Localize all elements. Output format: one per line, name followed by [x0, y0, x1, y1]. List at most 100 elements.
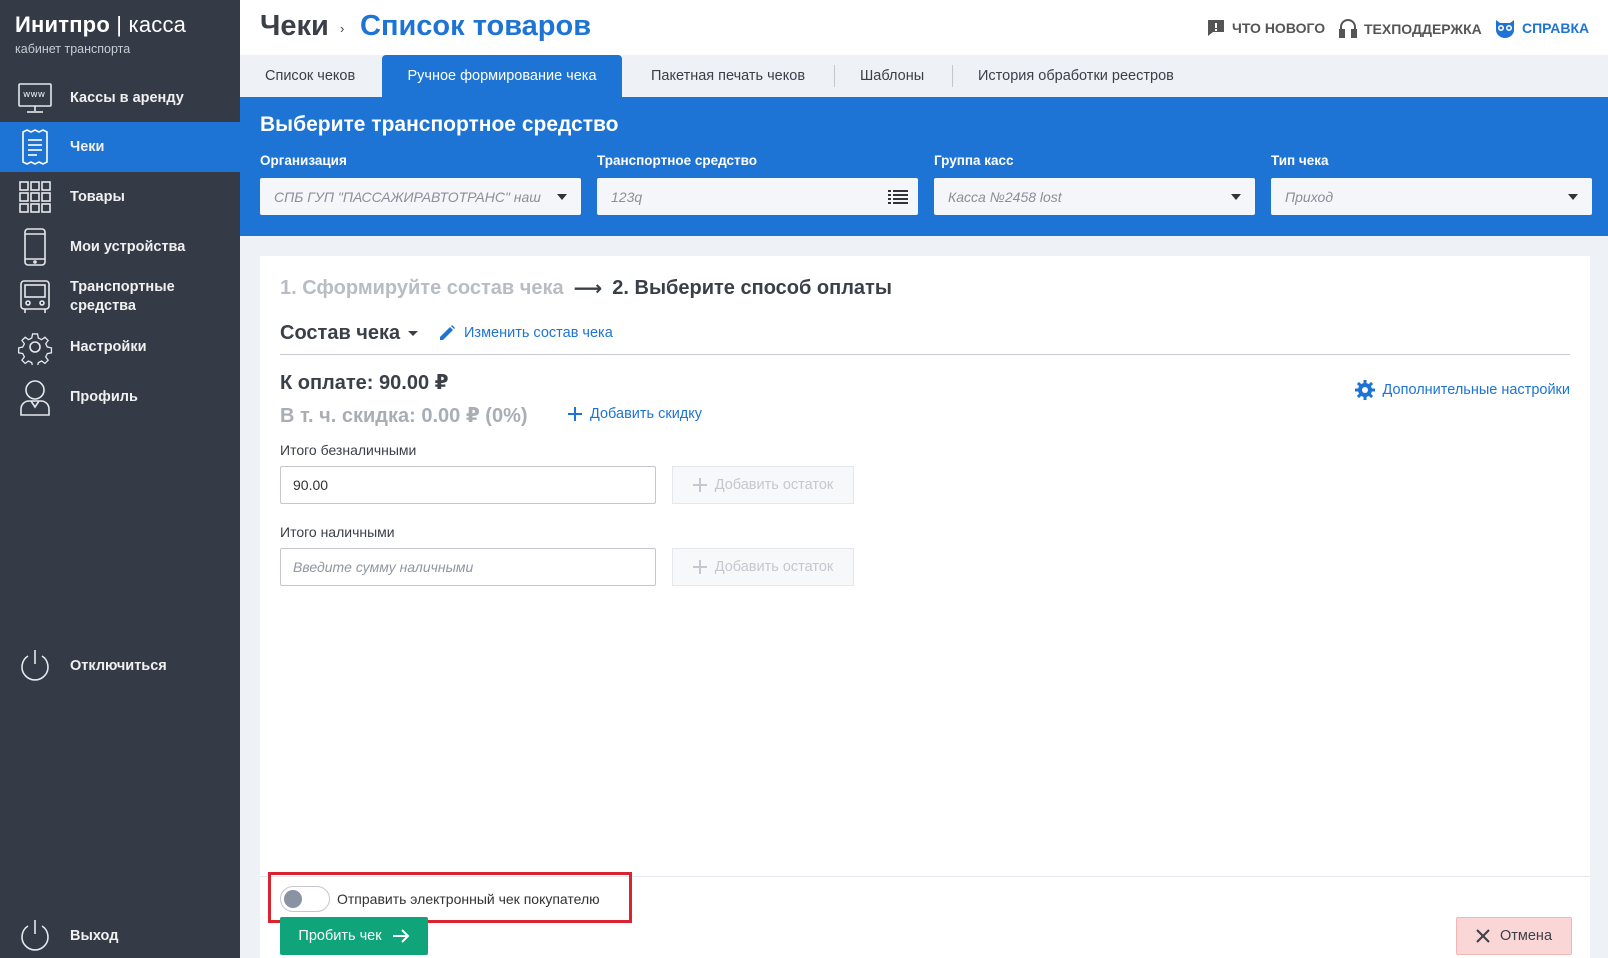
disconnect-label: Отключиться	[70, 657, 167, 674]
chat-alert-icon	[1208, 20, 1224, 36]
plus-icon	[692, 478, 707, 492]
disconnect-button[interactable]: Отключиться	[0, 641, 240, 691]
compose-dropdown[interactable]: Состав чека	[280, 322, 419, 345]
breadcrumb-root[interactable]: Чеки	[260, 10, 329, 43]
caret-down-icon	[1568, 194, 1578, 200]
tab-divider	[952, 65, 953, 87]
org-label: Организация	[260, 153, 347, 168]
sidebar-item-label: Транспортные средства	[70, 279, 175, 314]
www-monitor-icon: www	[16, 79, 54, 117]
steps: 1. Сформируйте состав чека ⟶ 2. Выберите…	[280, 276, 892, 301]
compose-label: Состав чека	[280, 322, 401, 344]
sidebar-item-vehicles[interactable]: Транспортные средства	[0, 272, 240, 322]
add-rest-cash-button[interactable]: Добавить остаток	[672, 548, 854, 586]
add-discount-label: Добавить скидку	[590, 406, 703, 422]
list-icon	[888, 190, 908, 204]
tab-receipt-list[interactable]: Список чеков	[265, 55, 355, 97]
receipt-type-value: Приход	[1285, 188, 1334, 205]
cancel-button[interactable]: Отмена	[1456, 917, 1572, 955]
submit-receipt-button[interactable]: Пробить чек	[280, 917, 428, 955]
send-receipt-label: Отправить электронный чек покупателю	[337, 891, 600, 907]
tab-manual-receipt[interactable]: Ручное формирование чека	[382, 55, 622, 97]
logo: Инитпро | касса кабинет транспорта	[15, 12, 186, 56]
sidebar-item-rent[interactable]: www Кассы в аренду	[0, 73, 240, 123]
power-icon	[16, 647, 54, 685]
sidebar-item-devices[interactable]: Мои устройства	[0, 222, 240, 272]
add-rest-label: Добавить остаток	[714, 559, 834, 575]
sidebar-item-label: Настройки	[70, 338, 147, 355]
tab-bar: Список чеков Ручное формирование чека Па…	[240, 55, 1608, 97]
cashless-input[interactable]	[280, 466, 656, 504]
app-title-separator: |	[116, 12, 123, 37]
extra-settings-link[interactable]: Дополнительные настройки	[1354, 380, 1570, 400]
cashless-label: Итого безналичными	[280, 442, 417, 458]
support-link[interactable]: ТЕХПОДДЕРЖКА	[1338, 18, 1482, 40]
sidebar-item-label: Профиль	[70, 388, 138, 405]
plus-icon	[692, 560, 707, 574]
logout-label: Выход	[70, 927, 119, 944]
cash-group-value: Касса №2458 lost	[948, 188, 1062, 205]
caret-down-icon	[557, 194, 567, 200]
app-title: Инитпро | касса	[15, 12, 186, 38]
extra-settings-label: Дополнительные настройки	[1382, 382, 1570, 398]
step-2: 2. Выберите способ оплаты	[612, 277, 892, 299]
submit-label: Пробить чек	[298, 928, 382, 944]
tab-templates[interactable]: Шаблоны	[860, 55, 924, 97]
header: Чеки › Список товаров ЧТО НОВОГО ТЕХПОДД…	[240, 0, 1608, 55]
phone-icon	[16, 228, 54, 266]
receipt-type-select[interactable]: Приход	[1271, 178, 1592, 215]
arrow-right-icon	[392, 929, 409, 943]
whats-new-label: ЧТО НОВОГО	[1232, 20, 1326, 36]
sidebar-item-label: Чеки	[70, 138, 105, 155]
breadcrumb-separator: ›	[340, 21, 345, 36]
edit-composition-link[interactable]: Изменить состав чека	[438, 324, 613, 342]
gear-icon	[16, 328, 54, 366]
step-1[interactable]: 1. Сформируйте состав чека	[280, 277, 564, 300]
tab-divider	[834, 65, 835, 87]
power-icon	[16, 917, 54, 955]
vehicle-value: 123q	[611, 188, 643, 205]
pencil-icon	[440, 325, 455, 340]
add-discount-button[interactable]: Добавить скидку	[568, 406, 702, 422]
cash-group-select[interactable]: Касса №2458 lost	[934, 178, 1255, 215]
receipt-type-label: Тип чека	[1271, 153, 1329, 168]
app-title-bold: Инитпро	[15, 12, 110, 37]
help-label: СПРАВКА	[1522, 20, 1590, 36]
org-select[interactable]: СПБ ГУП "ПАССАЖИРАВТОТРАНС" наш	[260, 178, 581, 215]
headset-icon	[1339, 19, 1357, 38]
edit-composition-label: Изменить состав чека	[464, 325, 613, 341]
logout-button[interactable]: Выход	[0, 911, 240, 958]
send-receipt-toggle[interactable]	[280, 886, 330, 912]
sidebar-item-label: Мои устройства	[70, 238, 186, 255]
amount-due: К оплате: 90.00 ₽	[280, 372, 449, 394]
sidebar-item-products[interactable]: Товары	[0, 172, 240, 222]
caret-down-icon	[408, 331, 419, 336]
discount-amount: В т. ч. скидка: 0.00 ₽ (0%)	[280, 405, 528, 427]
bus-icon	[16, 278, 54, 316]
cash-input[interactable]	[280, 548, 656, 586]
page-title: Список товаров	[360, 10, 592, 42]
vehicle-select-panel: Выберите транспортное средство Организац…	[240, 97, 1608, 236]
add-rest-cashless-button[interactable]: Добавить остаток	[672, 466, 854, 504]
vehicle-select[interactable]: 123q	[597, 178, 918, 215]
sidebar-item-settings[interactable]: Настройки	[0, 322, 240, 372]
caret-down-icon	[1231, 194, 1241, 200]
org-value: СПБ ГУП "ПАССАЖИРАВТОТРАНС" наш	[274, 188, 541, 205]
gear-icon	[1354, 380, 1375, 400]
sidebar: Инитпро | касса кабинет транспорта www К…	[0, 0, 240, 958]
tab-batch-print[interactable]: Пакетная печать чеков	[651, 55, 805, 97]
close-icon	[1476, 929, 1490, 943]
cash-group-label: Группа касс	[934, 153, 1014, 168]
help-link[interactable]: СПРАВКА	[1494, 18, 1589, 38]
add-rest-label: Добавить остаток	[714, 477, 834, 493]
sidebar-item-receipts[interactable]: Чеки	[0, 122, 240, 172]
cash-label: Итого наличными	[280, 524, 395, 540]
owl-icon	[1496, 20, 1514, 38]
toggle-knob	[284, 890, 302, 908]
whats-new-link[interactable]: ЧТО НОВОГО	[1206, 18, 1325, 38]
app-subtitle: кабинет транспорта	[15, 42, 131, 56]
user-icon	[16, 378, 54, 416]
tab-registry-history[interactable]: История обработки реестров	[978, 55, 1174, 97]
sidebar-item-label: Кассы в аренду	[70, 89, 184, 106]
sidebar-item-profile[interactable]: Профиль	[0, 372, 240, 422]
